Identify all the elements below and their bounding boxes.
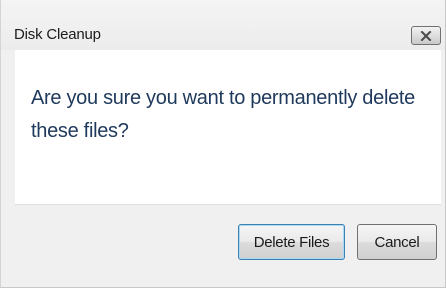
disk-cleanup-dialog: Disk Cleanup Are you sure you want to pe… [0,0,446,288]
cancel-button[interactable]: Cancel [357,224,437,260]
message-area: Are you sure you want to permanently del… [15,50,441,204]
button-bar: Delete Files Cancel [15,204,441,280]
title-bar[interactable]: Disk Cleanup [1,0,445,50]
delete-files-button[interactable]: Delete Files [238,224,345,260]
close-button[interactable] [411,26,441,45]
window-title: Disk Cleanup [14,26,101,43]
close-icon [420,30,432,41]
confirmation-message: Are you sure you want to permanently del… [31,87,415,142]
